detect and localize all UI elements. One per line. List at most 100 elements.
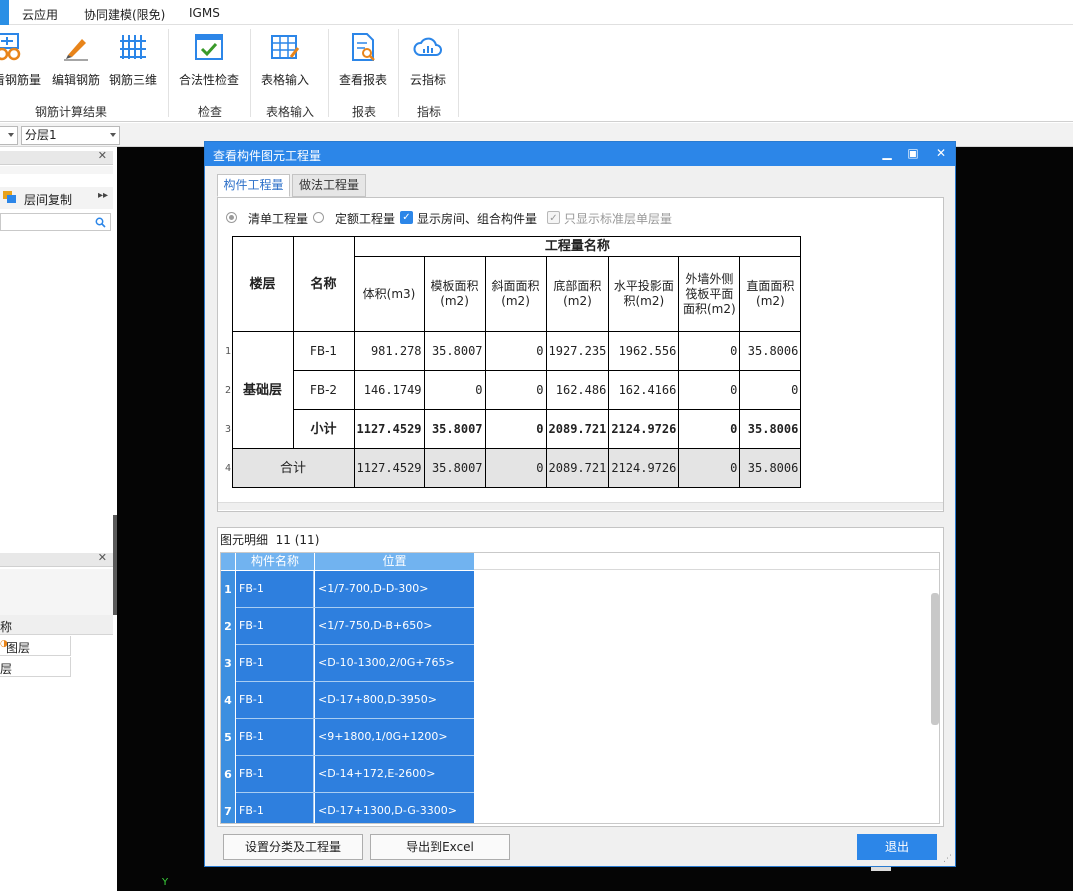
settings-button[interactable]: 设置分类及工程量 [223, 834, 363, 860]
subtotal-row: 3 小计 1127.4529 35.8007 0 2089.721 2124.9… [225, 409, 802, 449]
minimize-icon[interactable]: ▁ [879, 146, 895, 162]
floor-copy-button[interactable]: 层间复制 [24, 191, 72, 208]
floor-copy-toolbar: 层间复制 ▸▸ [0, 187, 113, 209]
radio-dinge-label: 定额工程量 [335, 212, 396, 226]
floor-cell: 基础层 [231, 331, 294, 449]
ribbon-separator [168, 29, 169, 117]
checkbox-show-rooms[interactable]: ✓ [400, 211, 413, 224]
close-icon[interactable]: ✕ [98, 551, 107, 564]
floor-select[interactable] [0, 126, 18, 145]
left-list-header: 称 [0, 615, 113, 635]
cloud-icon [413, 37, 442, 56]
grid-header-filler [474, 553, 939, 570]
rebar-3d-button[interactable]: 钢筋三维 [106, 31, 160, 91]
ribbon-separator [250, 29, 251, 117]
menu-bar: 云应用 协同建模(限免) IGMS [0, 0, 1073, 25]
rebar-3d-icon [120, 35, 146, 59]
col-header-bottom: 底部面积(m2) [545, 256, 610, 332]
dialog-title-bar[interactable]: 查看构件图元工程量 ▁ ▣ ✕ [205, 142, 955, 166]
group-header-quantities: 工程量名称 [353, 236, 802, 257]
col-header-volume: 体积(m3) [353, 256, 425, 332]
ribbon-separator [398, 29, 399, 117]
edit-rebar-button[interactable]: 编辑钢筋 [50, 31, 102, 91]
name-cell: FB-2 [292, 370, 355, 410]
menu-cloud-apps[interactable]: 云应用 [22, 6, 58, 23]
tab-component-quantity[interactable]: 构件工程量 [217, 174, 290, 197]
chevron-down-icon [110, 133, 116, 137]
table-input-button[interactable]: 表格输入 [258, 31, 312, 91]
name-cell: FB-1 [292, 331, 355, 371]
menu-igms[interactable]: IGMS [189, 6, 220, 20]
left-search-input[interactable] [0, 213, 111, 231]
table-row: 1 基础层 FB-1 981.278 35.8007 0 1927.235 19… [225, 331, 802, 449]
col-header-formwork: 模板面积(m2) [423, 256, 486, 332]
detail-panel: 图元明细 11 (11) 构件名称 位置 1 FB-1 <1/7-700,D-D… [217, 527, 944, 827]
horizontal-scrollbar[interactable] [218, 502, 943, 510]
col-header-floor: 楼层 [231, 236, 294, 332]
total-row: 4 合计 1127.4529 35.8007 0 2089.721 2124.9… [225, 448, 802, 488]
vertical-scrollbar[interactable] [931, 593, 939, 725]
checkbox-std-floor-label: 只显示标准层单层量 [564, 212, 673, 226]
detail-title: 图元明细 11 (11) [220, 533, 320, 547]
tab-method-quantity[interactable]: 做法工程量 [292, 174, 366, 197]
subtotal-label: 小计 [292, 409, 355, 449]
quantity-table: 楼层 名称 工程量名称 体积(m3) 模板面积(m2) 斜面面积(m2) 底部面… [225, 236, 802, 488]
col-header-vertical: 直面面积(m2) [739, 256, 802, 332]
report-icon [352, 33, 375, 61]
radio-qingdan-label: 清单工程量 [248, 212, 309, 226]
group-label-table-input: 表格输入 [266, 105, 315, 119]
col-header-projection: 水平投影面积(m2) [608, 256, 680, 332]
left-panel-spacer [0, 166, 113, 174]
group-label-check: 检查 [198, 105, 223, 119]
left-panel-header-2: ✕ [0, 551, 113, 567]
table-row: 2 FB-2 146.1749 0 0 162.486 162.4166 0 0 [225, 370, 802, 410]
close-icon[interactable]: ✕ [933, 146, 949, 162]
grid-corner [221, 553, 235, 570]
active-menu-tab[interactable] [0, 0, 9, 25]
cloud-index-button[interactable]: 云指标 [404, 31, 452, 91]
check-icon [195, 34, 223, 60]
menu-collab-modeling[interactable]: 协同建模(限免) [84, 6, 165, 23]
validity-check-button[interactable]: 合法性检查 [176, 31, 242, 91]
left-list-item[interactable]: 层 [0, 657, 71, 677]
grid-col-position[interactable]: 位置 [315, 553, 474, 570]
radio-qingdan[interactable] [226, 212, 237, 223]
double-chevron-right-icon[interactable]: ▸▸ [98, 190, 108, 201]
col-header-name: 名称 [292, 236, 355, 332]
export-excel-button[interactable]: 导出到Excel [370, 834, 510, 860]
checkbox-show-rooms-label: 显示房间、组合构件量 [417, 212, 538, 226]
ribbon: 看钢筋量 编辑钢筋 钢筋三维 钢筋计算结果 合法性检查 检查 [0, 25, 1073, 122]
table-input-icon [271, 35, 300, 59]
radio-dinge[interactable] [313, 212, 324, 223]
left-panel: ✕ 层间复制 ▸▸ ✕ 称 ◑ 图层 层 [0, 147, 117, 891]
group-label-report: 报表 [352, 105, 377, 119]
left-panel-header: ✕ [0, 149, 113, 165]
view-report-button[interactable]: 查看报表 [336, 31, 390, 91]
detail-grid: 构件名称 位置 1 FB-1 <1/7-700,D-D-300> 2 FB-1 … [220, 552, 940, 824]
rebar-qty-icon [0, 33, 21, 61]
component-quantity-dialog: 查看构件图元工程量 ▁ ▣ ✕ 构件工程量 做法工程量 清单工程量 定额工程量 … [204, 141, 956, 867]
col-header-raft-outer: 外墙外侧筏板平面面积(m2) [678, 256, 741, 332]
exit-button[interactable]: 退出 [857, 834, 937, 860]
maximize-icon[interactable]: ▣ [905, 146, 921, 162]
left-panel-toolbar-2 [0, 569, 113, 615]
quantity-summary-panel: 清单工程量 定额工程量 ✓ 显示房间、组合构件量 ✓ 只显示标准层单层量 楼层 … [217, 197, 944, 512]
layer-select[interactable]: 分层1 [21, 126, 120, 145]
axis-label-y: Y [162, 877, 169, 888]
copy-layers-icon [3, 191, 17, 204]
checkbox-std-floor: ✓ [547, 211, 560, 224]
col-header-slope: 斜面面积(m2) [484, 256, 547, 332]
edit-pencil-icon [64, 39, 88, 61]
ribbon-separator [328, 29, 329, 117]
ribbon-separator [458, 29, 459, 117]
chevron-down-icon [8, 133, 14, 137]
group-label-rebar-results: 钢筋计算结果 [35, 105, 108, 119]
close-icon[interactable]: ✕ [98, 149, 107, 162]
search-icon [95, 217, 106, 228]
total-label: 合计 [231, 448, 355, 488]
resize-grip-icon[interactable]: ⋰ [943, 854, 952, 864]
dialog-title: 查看构件图元工程量 [213, 149, 322, 163]
grid-col-name[interactable]: 构件名称 [236, 553, 314, 570]
view-rebar-qty-button[interactable]: 看钢筋量 [0, 31, 44, 91]
left-list-item[interactable]: ◑ 图层 [0, 636, 71, 656]
